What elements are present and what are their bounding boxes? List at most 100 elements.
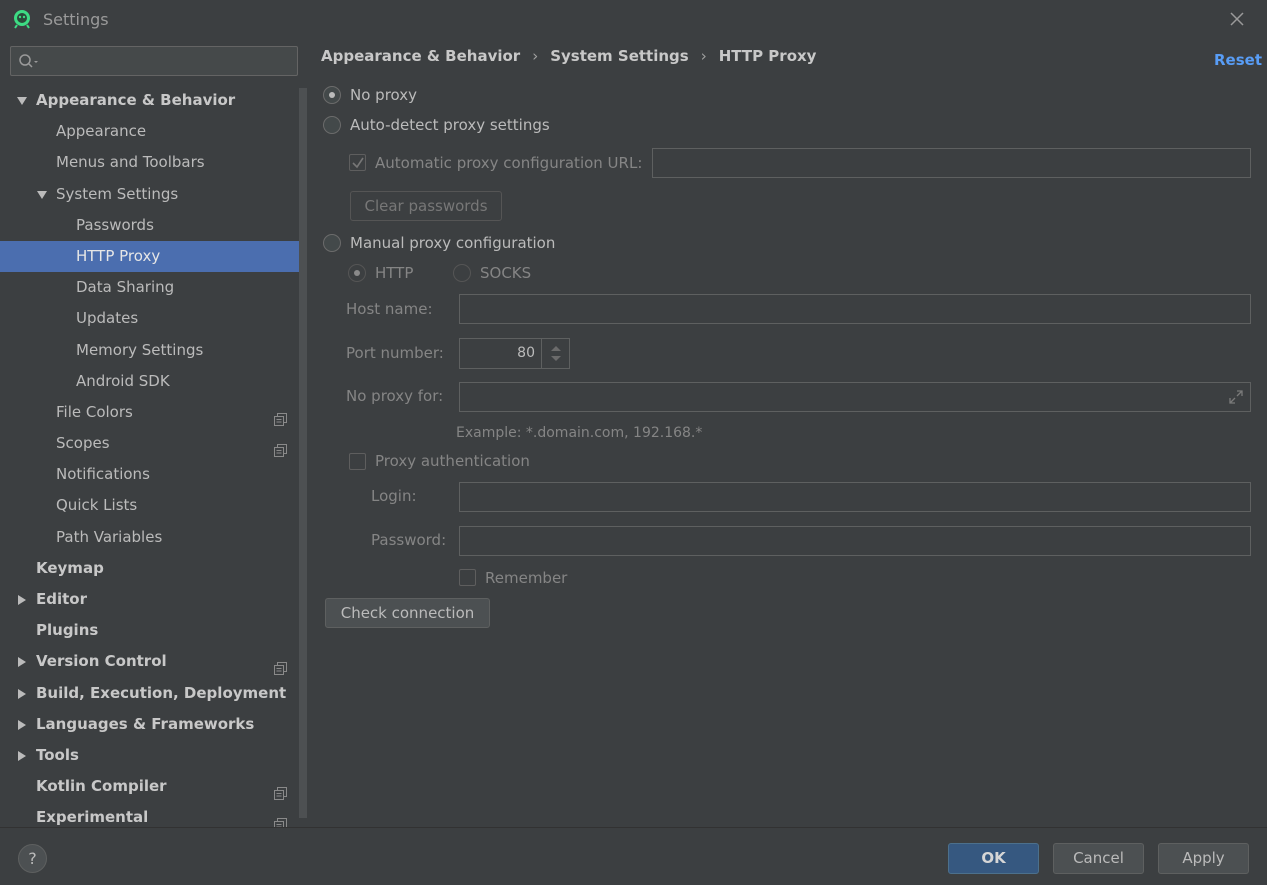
- breadcrumb-item: HTTP Proxy: [718, 47, 817, 65]
- collapsed-arrow-icon[interactable]: [16, 740, 30, 771]
- clear-passwords-button[interactable]: Clear passwords: [350, 191, 502, 221]
- no-proxy-for-input[interactable]: [459, 382, 1251, 412]
- sidebar-item-appearance-behavior[interactable]: Appearance & Behavior: [0, 85, 297, 116]
- sidebar-item-memory-settings[interactable]: Memory Settings: [0, 335, 297, 366]
- password-input[interactable]: [459, 526, 1251, 556]
- sidebar-item-path-variables[interactable]: Path Variables: [0, 522, 297, 553]
- auto-detect-radio[interactable]: [323, 116, 341, 134]
- android-studio-icon: [12, 9, 32, 29]
- sidebar-item-label: Tools: [36, 745, 79, 764]
- collapsed-arrow-icon[interactable]: [16, 678, 30, 709]
- sidebar-item-label: File Colors: [56, 402, 133, 421]
- password-label: Password:: [371, 531, 447, 549]
- sidebar-item-label: Appearance & Behavior: [36, 91, 236, 109]
- breadcrumb-item: Appearance & Behavior: [321, 47, 521, 65]
- sidebar-item-scopes[interactable]: Scopes: [0, 428, 297, 459]
- auto-config-url-input[interactable]: [652, 148, 1251, 178]
- sidebar-item-label: Version Control: [36, 652, 167, 671]
- sidebar-item-android-sdk[interactable]: Android SDK: [0, 366, 297, 397]
- settings-tree: Appearance & Behavior Appearance Menus and…: [0, 85, 307, 834]
- sidebar-item-label: Passwords: [76, 215, 154, 234]
- port-number-value: 80: [517, 345, 535, 361]
- sidebar-item-label: Updates: [76, 309, 139, 328]
- project-scope-icon: [274, 655, 287, 676]
- sidebar-item-appearance[interactable]: Appearance: [0, 116, 297, 147]
- http-radio[interactable]: [348, 264, 366, 282]
- sidebar-item-label: Kotlin Compiler: [36, 777, 167, 796]
- ok-button[interactable]: OK: [948, 843, 1039, 874]
- sidebar-item-data-sharing[interactable]: Data Sharing: [0, 272, 297, 303]
- sidebar-item-plugins[interactable]: Plugins: [0, 615, 297, 646]
- host-name-input[interactable]: [459, 294, 1251, 324]
- expanded-arrow-icon[interactable]: [36, 179, 50, 210]
- check-connection-button[interactable]: Check connection: [325, 598, 490, 628]
- project-scope-icon: [274, 780, 287, 801]
- port-number-stepper[interactable]: 80: [459, 338, 570, 369]
- expanded-arrow-icon[interactable]: [16, 85, 30, 116]
- no-proxy-radio[interactable]: [323, 86, 341, 104]
- help-button[interactable]: ?: [18, 844, 47, 873]
- remember-label: Remember: [485, 569, 568, 587]
- socks-radio[interactable]: [453, 264, 471, 282]
- collapsed-arrow-icon[interactable]: [16, 709, 30, 740]
- sidebar-item-label: Android SDK: [76, 371, 170, 390]
- sidebar-item-http-proxy[interactable]: HTTP Proxy: [0, 240, 307, 273]
- http-proxy-panel: Appearance & Behavior › System Settings › HT…: [307, 38, 1267, 827]
- sidebar-item-updates[interactable]: Updates: [0, 303, 297, 334]
- sidebar-item-languages-frameworks[interactable]: Languages & Frameworks: [0, 709, 297, 740]
- sidebar-item-label: Data Sharing: [76, 278, 175, 297]
- sidebar-item-label: HTTP Proxy: [76, 246, 161, 265]
- sidebar-item-menus-and-toolbars[interactable]: Menus and Toolbars: [0, 147, 297, 178]
- manual-proxy-radio[interactable]: [323, 234, 341, 252]
- sidebar-item-label: Path Variables: [56, 527, 163, 546]
- collapsed-arrow-icon[interactable]: [16, 584, 30, 615]
- sidebar-item-build-execution-deployment[interactable]: Build, Execution, Deployment: [0, 678, 297, 709]
- spinner-arrows-icon[interactable]: [541, 339, 569, 368]
- auto-detect-label: Auto-detect proxy settings: [350, 116, 550, 134]
- expand-icon[interactable]: [1228, 389, 1244, 405]
- project-scope-icon: [274, 437, 287, 458]
- project-scope-icon: [274, 406, 287, 426]
- search-icon: [18, 53, 40, 71]
- remember-checkbox[interactable]: [459, 569, 476, 586]
- proxy-auth-checkbox[interactable]: [349, 453, 366, 470]
- auto-config-url-checkbox[interactable]: [349, 154, 366, 171]
- sidebar-item-label: Languages & Frameworks: [36, 714, 255, 733]
- collapsed-arrow-icon[interactable]: [16, 646, 30, 677]
- sidebar-item-passwords[interactable]: Passwords: [0, 210, 297, 241]
- apply-button[interactable]: Apply: [1158, 843, 1249, 874]
- host-name-label: Host name:: [346, 300, 433, 318]
- sidebar-item-version-control[interactable]: Version Control: [0, 646, 297, 677]
- search-input[interactable]: [43, 50, 293, 72]
- close-icon[interactable]: [1226, 8, 1248, 30]
- project-scope-icon: [274, 811, 287, 832]
- http-label: HTTP: [375, 264, 414, 282]
- sidebar-item-editor[interactable]: Editor: [0, 584, 297, 615]
- settings-sidebar: Appearance & Behavior Appearance Menus and…: [0, 38, 307, 832]
- cancel-button[interactable]: Cancel: [1053, 843, 1144, 874]
- login-input[interactable]: [459, 482, 1251, 512]
- sidebar-scrollbar[interactable]: [299, 88, 307, 818]
- sidebar-item-label: System Settings: [56, 184, 179, 203]
- dialog-footer: ? OK Cancel Apply: [0, 827, 1267, 885]
- sidebar-item-file-colors[interactable]: File Colors: [0, 397, 297, 428]
- sidebar-item-kotlin-compiler[interactable]: Kotlin Compiler: [0, 771, 297, 802]
- reset-link[interactable]: Reset: [1214, 51, 1262, 69]
- search-box[interactable]: [10, 46, 298, 76]
- login-label: Login:: [371, 487, 417, 505]
- window-title: Settings: [43, 10, 109, 29]
- sidebar-item-label: Scopes: [56, 434, 110, 453]
- no-proxy-for-label: No proxy for:: [346, 387, 444, 405]
- sidebar-item-tools[interactable]: Tools: [0, 740, 297, 771]
- sidebar-item-keymap[interactable]: Keymap: [0, 553, 297, 584]
- sidebar-item-label: Appearance: [56, 122, 147, 141]
- sidebar-item-label: Editor: [36, 590, 87, 608]
- sidebar-item-quick-lists[interactable]: Quick Lists: [0, 490, 297, 521]
- sidebar-item-notifications[interactable]: Notifications: [0, 459, 297, 490]
- sidebar-item-system-settings[interactable]: System Settings: [0, 179, 297, 210]
- sidebar-item-label: Menus and Toolbars: [56, 153, 205, 172]
- no-proxy-example: Example: *.domain.com, 192.168.*: [456, 425, 703, 441]
- no-proxy-label: No proxy: [350, 86, 417, 104]
- auto-config-url-label: Automatic proxy configuration URL:: [375, 154, 643, 172]
- sidebar-item-label: Plugins: [36, 621, 99, 640]
